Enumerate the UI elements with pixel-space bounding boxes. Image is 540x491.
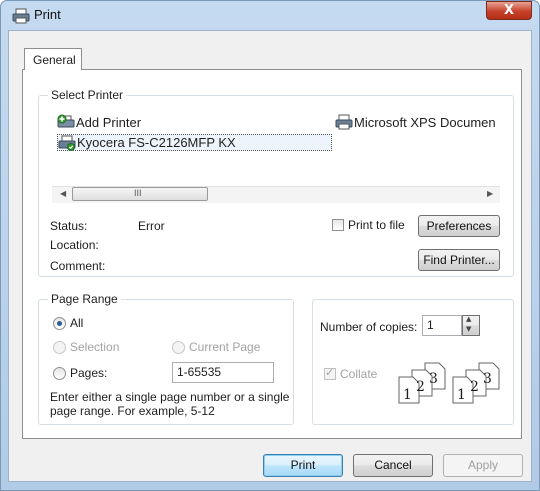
- pages-radio-label[interactable]: Pages:: [70, 366, 107, 380]
- collate-check-icon: ✓: [325, 366, 335, 379]
- close-icon: X: [503, 3, 515, 18]
- printer-item-microsoft-xps[interactable]: Microsoft XPS Documen: [354, 115, 500, 130]
- collate-illustration-2: 1 2 3: [452, 362, 508, 406]
- page-number-1: 1: [457, 387, 466, 403]
- find-printer-button-label: Find Printer...: [423, 253, 495, 267]
- cancel-button[interactable]: Cancel: [353, 454, 433, 477]
- printer-icon: [335, 114, 353, 130]
- printer-icon: [12, 8, 30, 24]
- tab-general-label: General: [33, 53, 76, 67]
- preferences-button[interactable]: Preferences: [418, 215, 500, 237]
- print-button-label: Print: [290, 458, 316, 472]
- scroll-right-arrow-icon[interactable]: ▶: [487, 189, 493, 198]
- all-radio-label[interactable]: All: [70, 316, 83, 330]
- printer-item-kyocera[interactable]: Kyocera FS-C2126MFP KX: [77, 135, 236, 150]
- window-title: Print: [34, 7, 61, 22]
- print-button[interactable]: Print: [263, 454, 343, 477]
- comment-label: Comment:: [50, 259, 106, 273]
- status-value: Error: [138, 219, 165, 233]
- pages-radio[interactable]: [53, 367, 66, 380]
- tab-general[interactable]: General: [24, 48, 82, 70]
- current-page-radio-label[interactable]: Current Page: [189, 340, 260, 354]
- add-printer-icon: [57, 114, 75, 128]
- print-to-file-label[interactable]: Print to file: [348, 218, 405, 232]
- copies-input[interactable]: 1: [422, 315, 462, 336]
- close-button[interactable]: X: [486, 1, 532, 20]
- apply-button[interactable]: Apply: [443, 454, 523, 477]
- spinner-down-icon[interactable]: ▼: [466, 325, 471, 333]
- scroll-left-arrow-icon[interactable]: ◀: [60, 189, 66, 198]
- find-printer-button[interactable]: Find Printer...: [418, 249, 500, 271]
- printer-item-add-printer[interactable]: Add Printer: [76, 115, 141, 130]
- print-to-file-checkbox[interactable]: [332, 219, 344, 231]
- all-radio[interactable]: [53, 317, 66, 330]
- page-number-3: 3: [483, 371, 492, 387]
- copies-label: Number of copies:: [320, 320, 418, 334]
- default-printer-icon: [58, 135, 76, 151]
- page-range-hint: Enter either a single page number or a s…: [50, 390, 290, 418]
- title-bar[interactable]: [0, 0, 538, 30]
- status-label: Status:: [50, 219, 88, 233]
- selection-radio-label[interactable]: Selection: [70, 340, 119, 354]
- page-number-2: 2: [470, 379, 479, 395]
- current-page-radio[interactable]: [172, 341, 185, 354]
- page-range-legend: Page Range: [48, 292, 121, 306]
- collate-illustration-1: 1 2 3: [398, 362, 454, 406]
- selection-radio[interactable]: [53, 341, 66, 354]
- scroll-grip-icon: III: [134, 188, 142, 198]
- page-number-2: 2: [416, 379, 425, 395]
- spinner-up-icon[interactable]: ▲: [466, 315, 471, 323]
- page-number-1: 1: [403, 387, 412, 403]
- page-number-3: 3: [429, 371, 438, 387]
- apply-button-label: Apply: [467, 458, 499, 472]
- pages-input[interactable]: 1-65535: [172, 362, 274, 383]
- collate-label[interactable]: Collate: [340, 367, 377, 381]
- select-printer-legend: Select Printer: [48, 88, 127, 102]
- cancel-button-label: Cancel: [374, 458, 412, 472]
- location-label: Location:: [50, 238, 99, 252]
- preferences-button-label: Preferences: [426, 219, 492, 233]
